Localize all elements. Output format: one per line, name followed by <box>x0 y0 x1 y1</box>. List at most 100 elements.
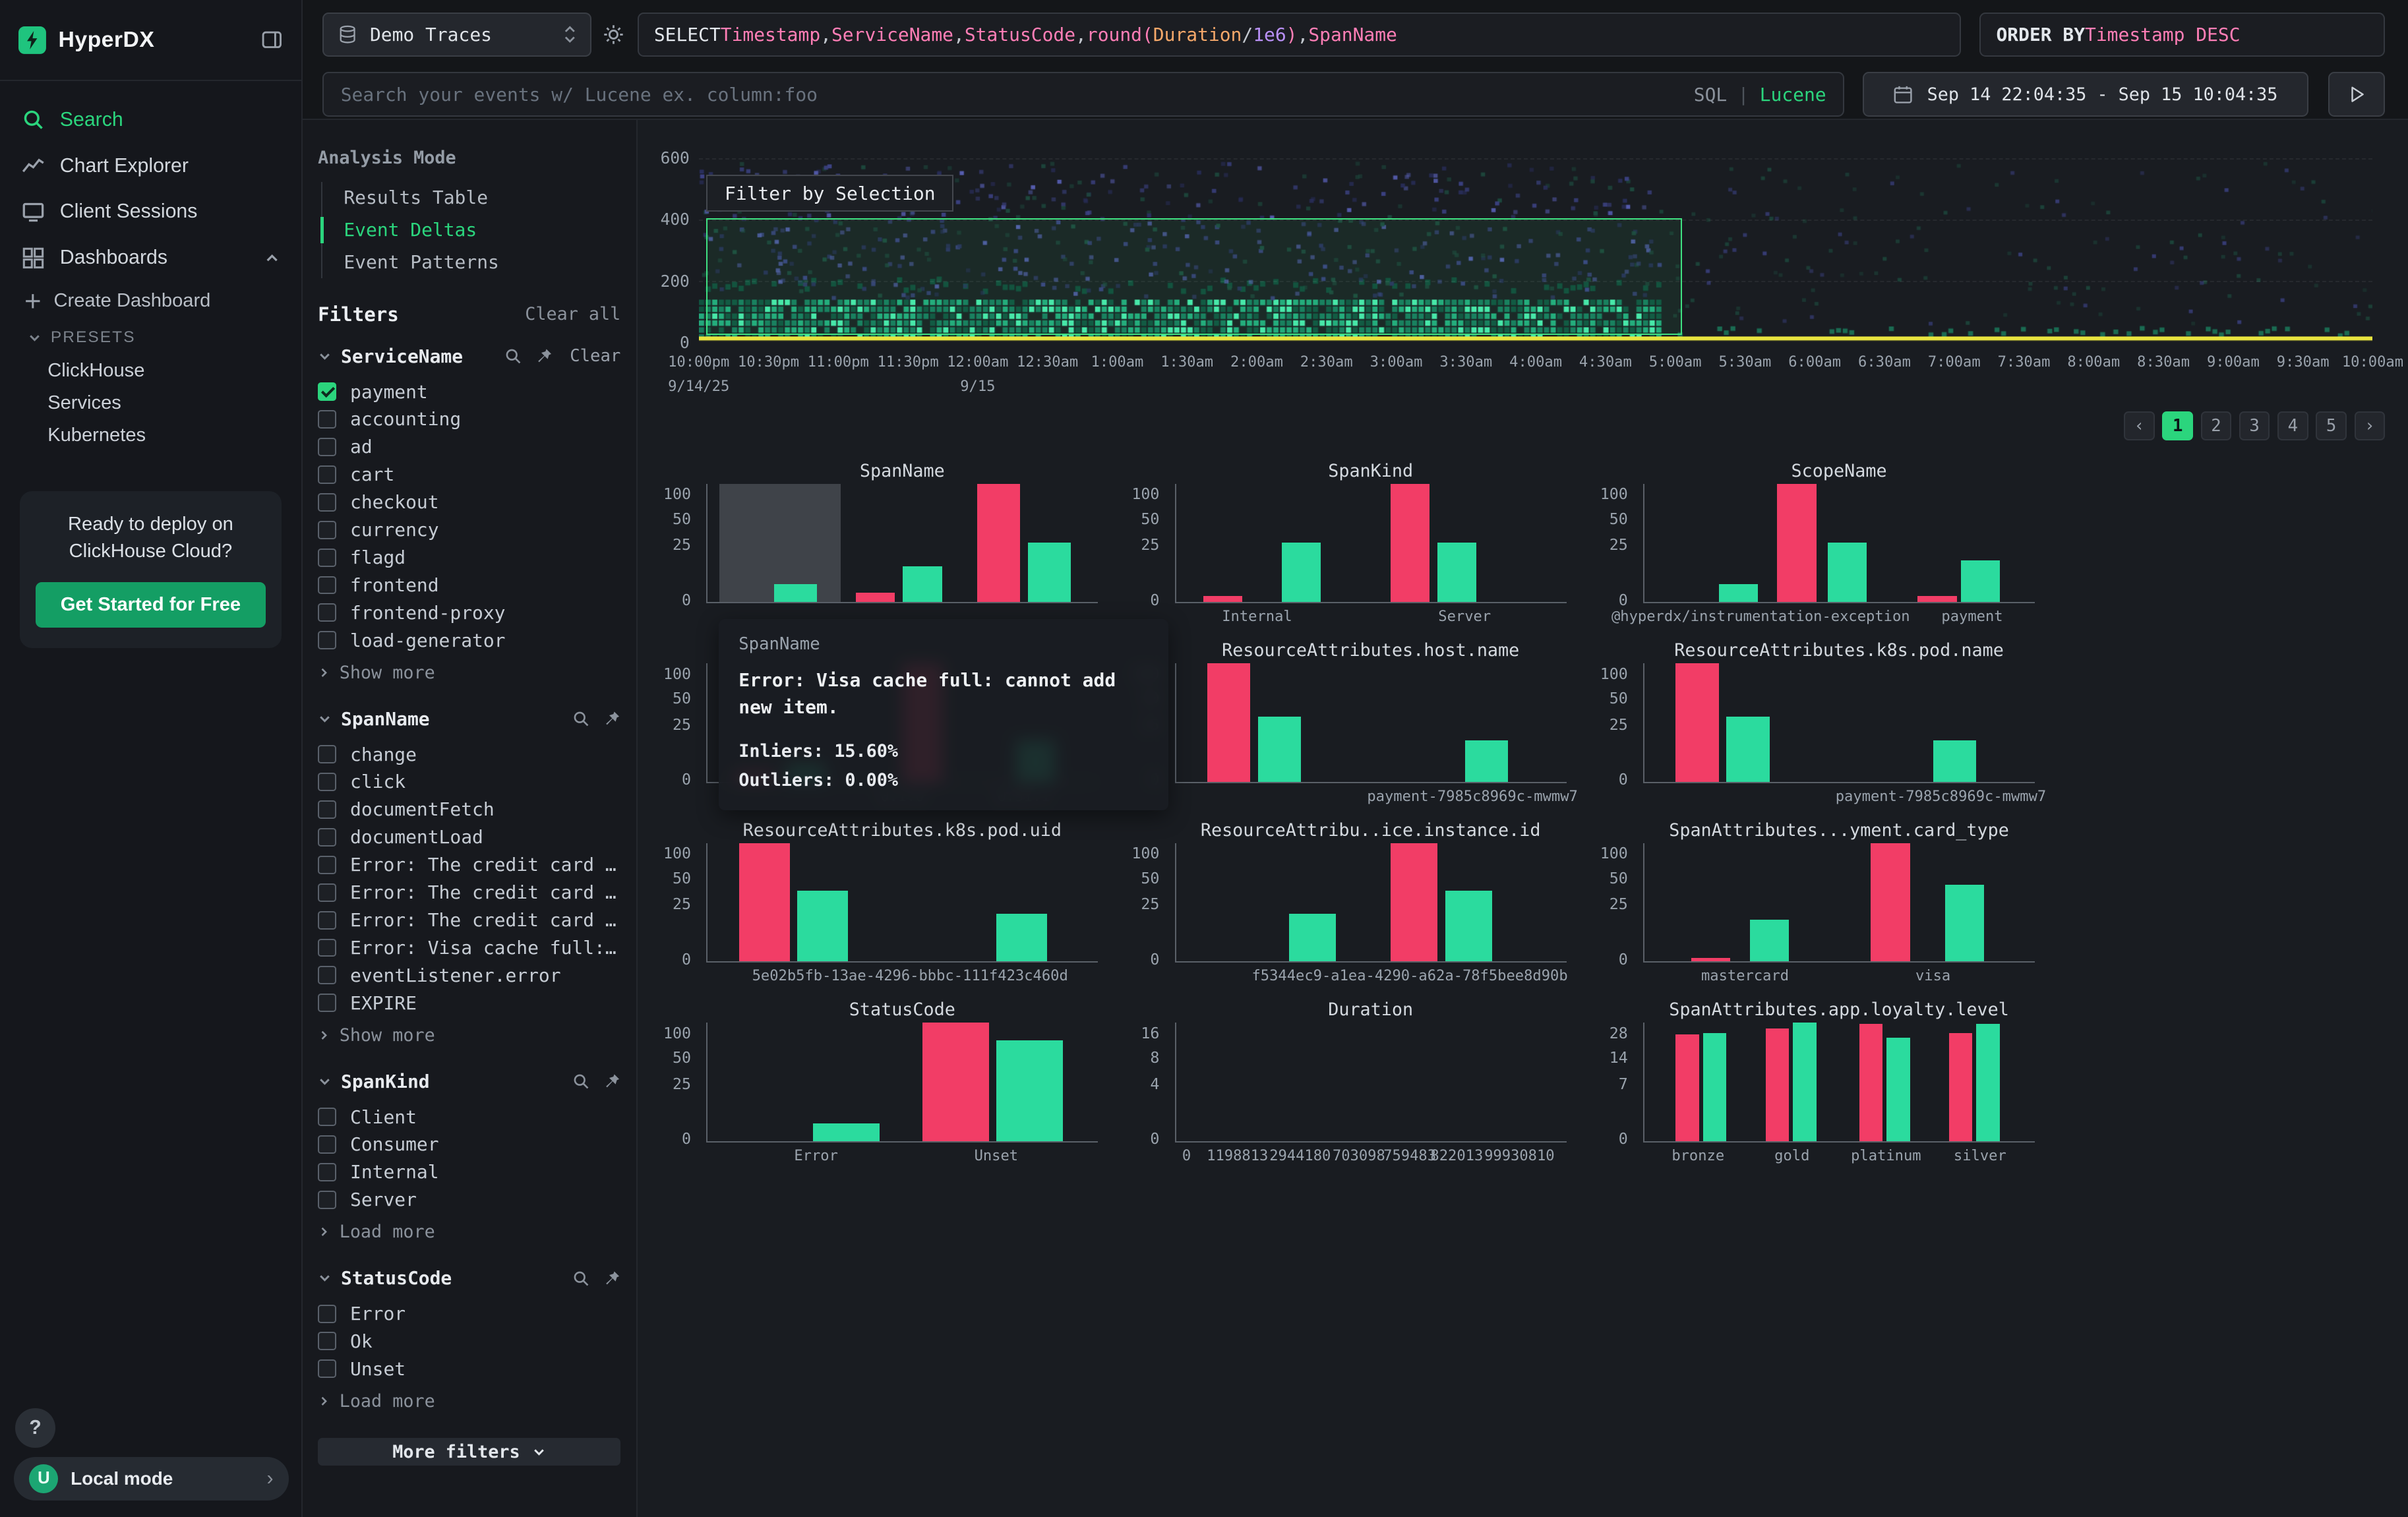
filter-option-load-generator[interactable]: load-generator <box>318 626 620 654</box>
clear-filter-button[interactable]: Clear <box>570 346 620 366</box>
checkbox[interactable] <box>318 549 336 567</box>
checkbox[interactable] <box>318 603 336 622</box>
checkbox[interactable] <box>318 800 336 819</box>
page-prev-button[interactable]: ‹ <box>2124 411 2155 440</box>
sidebar-item-kubernetes[interactable]: Kubernetes <box>0 419 301 452</box>
show-more-button[interactable]: Load more <box>318 1386 620 1417</box>
analysis-mode-results-table[interactable]: Results Table <box>322 182 621 214</box>
outlier-bar[interactable] <box>1871 843 1910 962</box>
filter-group-header[interactable]: SpanName <box>318 708 620 730</box>
checkbox[interactable] <box>318 438 336 456</box>
filter-option-click[interactable]: click <box>318 768 620 796</box>
checkbox[interactable] <box>318 856 336 874</box>
sidebar-item-clickhouse[interactable]: ClickHouse <box>0 355 301 387</box>
outlier-bar[interactable] <box>1207 663 1250 782</box>
checkbox[interactable] <box>318 521 336 539</box>
chart-plot[interactable] <box>706 484 1098 604</box>
clear-all-filters-button[interactable]: Clear all <box>525 304 620 324</box>
checkbox[interactable] <box>318 493 336 512</box>
filter-option-frontend[interactable]: frontend <box>318 572 620 599</box>
search-icon[interactable] <box>572 709 590 728</box>
presets-header[interactable]: PRESETS <box>0 321 301 355</box>
filter-option-expire[interactable]: EXPIRE <box>318 989 620 1017</box>
search-icon[interactable] <box>504 347 522 365</box>
inlier-bar[interactable] <box>1028 543 1071 602</box>
filter-option-error-the-credit-ca[interactable]: Error: The credit card (… <box>318 851 620 879</box>
page-button-1[interactable]: 1 <box>2162 411 2193 440</box>
checkbox[interactable] <box>318 994 336 1012</box>
checkbox[interactable] <box>318 773 336 791</box>
inlier-bar[interactable] <box>903 566 942 602</box>
outlier-bar[interactable] <box>922 1023 989 1141</box>
checkbox[interactable] <box>318 745 336 763</box>
search-icon[interactable] <box>572 1269 590 1288</box>
filter-group-header[interactable]: ServiceName Clear <box>318 345 620 367</box>
inlier-bar[interactable] <box>1750 920 1789 961</box>
inlier-bar[interactable] <box>1282 543 1321 602</box>
checkbox-checked[interactable] <box>318 382 336 401</box>
chart-plot[interactable] <box>1175 1023 1567 1143</box>
checkbox[interactable] <box>318 966 336 984</box>
chart-plot[interactable] <box>706 1023 1098 1143</box>
outlier-bar[interactable] <box>1859 1024 1883 1141</box>
inlier-bar[interactable] <box>1726 717 1769 782</box>
page-button-3[interactable]: 3 <box>2239 411 2270 440</box>
page-button-2[interactable]: 2 <box>2201 411 2232 440</box>
inlier-bar[interactable] <box>797 891 848 962</box>
chart-plot[interactable] <box>1175 484 1567 604</box>
chart-plot[interactable] <box>1643 663 2035 783</box>
inlier-bar[interactable] <box>1793 1023 1817 1141</box>
inlier-bar[interactable] <box>1289 914 1336 961</box>
search-icon[interactable] <box>572 1072 590 1090</box>
inlier-bar[interactable] <box>1976 1024 2000 1141</box>
checkbox[interactable] <box>318 1108 336 1126</box>
checkbox[interactable] <box>318 1332 336 1350</box>
pin-icon[interactable] <box>536 347 553 365</box>
pin-icon[interactable] <box>604 1073 621 1090</box>
chart-plot[interactable] <box>1643 484 2035 604</box>
inlier-bar[interactable] <box>1719 584 1758 602</box>
lucene-toggle[interactable]: Lucene <box>1760 84 1826 105</box>
heatmap-selection-region[interactable] <box>706 218 1682 335</box>
outlier-bar[interactable] <box>1691 958 1730 961</box>
inlier-bar[interactable] <box>996 914 1047 961</box>
filter-option-payment[interactable]: payment <box>318 378 620 405</box>
outlier-bar[interactable] <box>856 593 895 602</box>
filter-option-server[interactable]: Server <box>318 1186 620 1214</box>
sidebar-item-chart-explorer[interactable]: Chart Explorer <box>0 143 301 189</box>
filter-group-header[interactable]: StatusCode <box>318 1267 620 1289</box>
inlier-bar[interactable] <box>813 1123 880 1141</box>
filter-option-error[interactable]: Error <box>318 1300 620 1328</box>
local-mode-menu[interactable]: U Local mode › <box>14 1457 289 1500</box>
filter-option-cart[interactable]: cart <box>318 461 620 489</box>
checkbox[interactable] <box>318 1191 336 1209</box>
filter-option-documentfetch[interactable]: documentFetch <box>318 796 620 823</box>
filter-option-client[interactable]: Client <box>318 1103 620 1131</box>
checkbox[interactable] <box>318 631 336 649</box>
outlier-bar[interactable] <box>1777 484 1816 603</box>
sidebar-item-services[interactable]: Services <box>0 387 301 419</box>
time-range-picker[interactable]: Sep 14 22:04:35 - Sep 15 10:04:35 <box>1863 72 2308 117</box>
outlier-bar[interactable] <box>1203 596 1242 602</box>
page-next-button[interactable]: › <box>2355 411 2386 440</box>
gear-icon[interactable] <box>602 23 625 46</box>
outlier-bar[interactable] <box>1675 663 1718 782</box>
page-button-4[interactable]: 4 <box>2277 411 2308 440</box>
checkbox[interactable] <box>318 465 336 484</box>
inlier-bar[interactable] <box>774 584 817 602</box>
filter-option-ad[interactable]: ad <box>318 433 620 461</box>
inlier-bar[interactable] <box>996 1040 1063 1141</box>
checkbox[interactable] <box>318 1305 336 1323</box>
search-input[interactable] <box>341 84 1679 105</box>
filter-option-checkout[interactable]: checkout <box>318 489 620 516</box>
show-more-button[interactable]: Load more <box>318 1216 620 1247</box>
show-more-button[interactable]: Show more <box>318 657 620 688</box>
outlier-bar[interactable] <box>739 843 790 962</box>
filter-option-accounting[interactable]: accounting <box>318 405 620 433</box>
filter-option-frontend-proxy[interactable]: frontend-proxy <box>318 599 620 626</box>
chart-plot[interactable] <box>1175 843 1567 963</box>
filter-group-header[interactable]: SpanKind <box>318 1071 620 1092</box>
outlier-bar[interactable] <box>1917 596 1956 602</box>
create-dashboard-button[interactable]: Create Dashboard <box>0 281 301 321</box>
checkbox[interactable] <box>318 828 336 847</box>
